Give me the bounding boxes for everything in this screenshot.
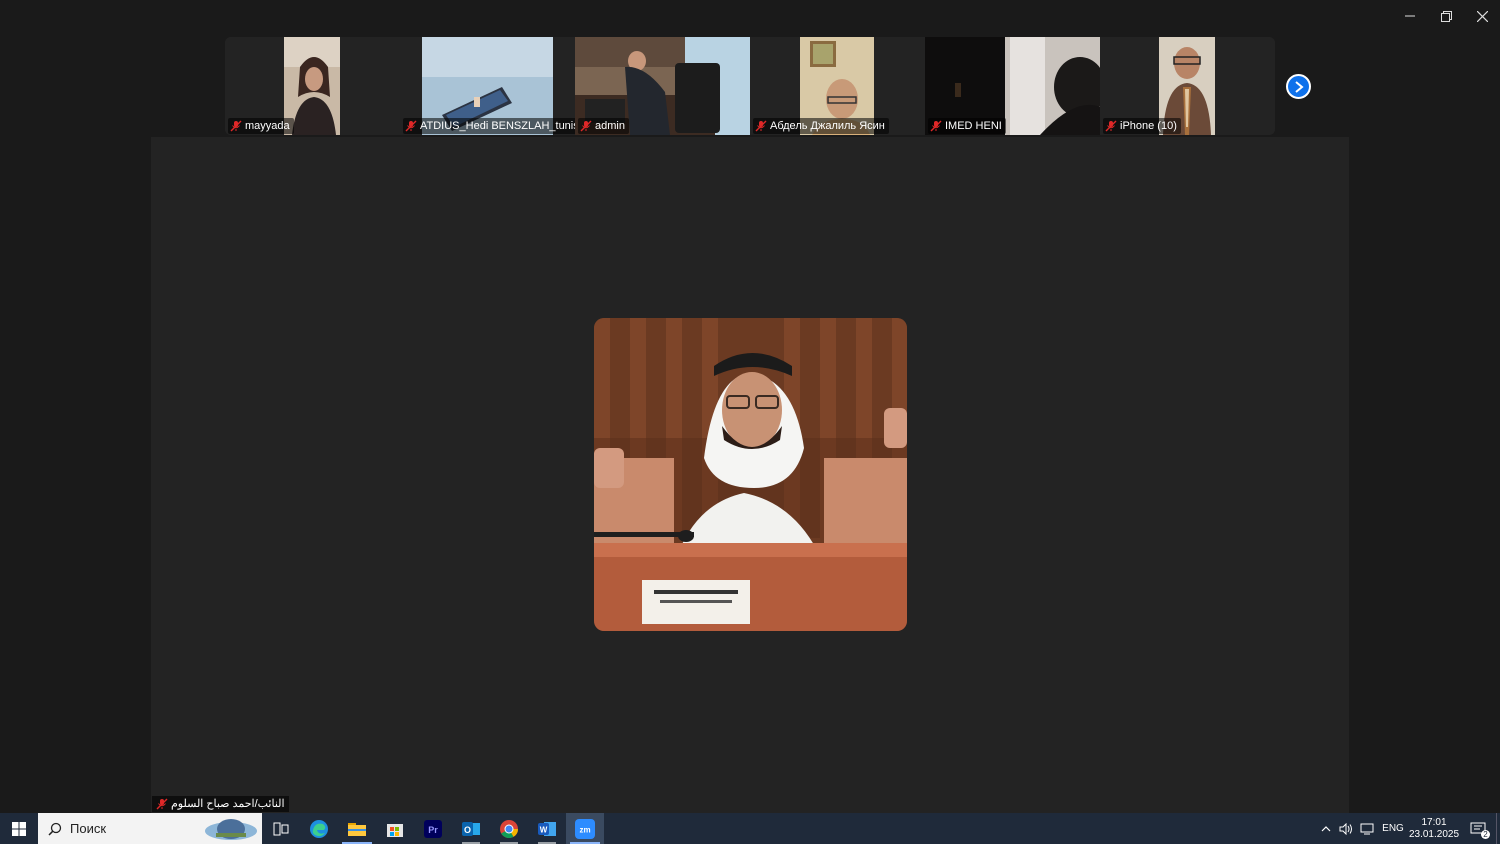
taskbar-chrome[interactable] bbox=[490, 813, 528, 844]
zoom-meeting-window: mayyada ATDIUS_Hedi BENSZLAH_tunis admin… bbox=[0, 0, 1500, 813]
taskbar-word[interactable]: W bbox=[528, 813, 566, 844]
close-button[interactable] bbox=[1464, 0, 1500, 32]
system-tray: ENG 17:01 23.01.2025 2 bbox=[1316, 813, 1500, 844]
active-speaker-view: النائب/احمد صباح السلوم bbox=[151, 137, 1349, 813]
taskbar-file-explorer[interactable] bbox=[338, 813, 376, 844]
mic-muted-icon bbox=[230, 120, 242, 132]
participant-name-label: IMED HENI bbox=[928, 118, 1006, 134]
taskbar-store[interactable] bbox=[376, 813, 414, 844]
svg-text:O: O bbox=[464, 825, 471, 835]
svg-text:Pr: Pr bbox=[428, 825, 438, 835]
participant-tile[interactable]: IMED HENI bbox=[925, 37, 1100, 135]
minimize-button[interactable] bbox=[1392, 0, 1428, 32]
next-page-button[interactable] bbox=[1286, 74, 1311, 99]
close-icon bbox=[1476, 10, 1488, 22]
notifications-button[interactable]: 2 bbox=[1460, 813, 1496, 844]
restore-icon bbox=[1440, 10, 1452, 22]
participant-strip: mayyada ATDIUS_Hedi BENSZLAH_tunis admin… bbox=[225, 37, 1275, 135]
mic-muted-icon bbox=[755, 120, 767, 132]
participant-tile[interactable]: iPhone (10) bbox=[1100, 37, 1275, 135]
chevron-up-icon bbox=[1321, 825, 1331, 831]
show-desktop-button[interactable] bbox=[1496, 813, 1500, 844]
input-language[interactable]: ENG bbox=[1378, 813, 1408, 844]
mic-muted-icon bbox=[156, 798, 168, 810]
volume-button[interactable] bbox=[1336, 813, 1356, 844]
taskbar-edge[interactable] bbox=[300, 813, 338, 844]
participant-name-label: ATDIUS_Hedi BENSZLAH_tunis bbox=[403, 118, 575, 134]
participant-name-label: admin bbox=[578, 118, 629, 134]
participant-tile[interactable]: admin bbox=[575, 37, 750, 135]
outlook-icon: O bbox=[462, 821, 480, 836]
mic-muted-icon bbox=[405, 120, 417, 132]
taskbar-zoom[interactable]: zm bbox=[566, 813, 604, 844]
speaker-profile-photo bbox=[594, 318, 907, 631]
svg-text:W: W bbox=[540, 825, 548, 834]
folder-icon bbox=[348, 822, 366, 836]
chrome-icon bbox=[500, 819, 518, 838]
notification-count-badge: 2 bbox=[1481, 830, 1490, 839]
chevron-right-icon bbox=[1294, 80, 1304, 93]
edge-icon bbox=[310, 819, 328, 838]
mic-muted-icon bbox=[1105, 120, 1117, 132]
zoom-icon: zm bbox=[575, 818, 595, 839]
participant-name-label: Абдель Джалиль Ясин bbox=[753, 118, 889, 134]
clock-date: 23.01.2025 bbox=[1408, 828, 1460, 840]
task-view-button[interactable] bbox=[262, 813, 300, 844]
store-icon bbox=[387, 823, 403, 837]
network-button[interactable] bbox=[1356, 813, 1378, 844]
svg-text:zm: zm bbox=[579, 825, 590, 834]
minimize-icon bbox=[1405, 15, 1415, 17]
speaker-icon bbox=[1339, 822, 1352, 835]
restore-button[interactable] bbox=[1428, 0, 1464, 32]
clock[interactable]: 17:01 23.01.2025 bbox=[1408, 813, 1460, 844]
clock-time: 17:01 bbox=[1421, 816, 1447, 828]
taskbar-search-box[interactable]: Поиск bbox=[38, 813, 262, 844]
task-view-icon bbox=[273, 822, 289, 835]
participant-tile[interactable]: ATDIUS_Hedi BENSZLAH_tunis bbox=[400, 37, 575, 135]
participant-name-label: mayyada bbox=[228, 118, 294, 134]
participant-tile[interactable]: mayyada bbox=[225, 37, 400, 135]
participant-tile[interactable]: Абдель Джалиль Ясин bbox=[750, 37, 925, 135]
search-icon bbox=[48, 822, 62, 836]
mic-muted-icon bbox=[930, 120, 942, 132]
windows-logo-icon bbox=[12, 821, 26, 836]
search-highlight-image bbox=[202, 815, 260, 842]
participant-name-label: iPhone (10) bbox=[1103, 118, 1181, 134]
active-speaker-name-label: النائب/احمد صباح السلوم bbox=[152, 796, 289, 812]
taskbar-outlook[interactable]: O bbox=[452, 813, 490, 844]
premiere-pro-icon: Pr bbox=[424, 819, 442, 838]
start-button[interactable] bbox=[0, 813, 38, 844]
word-icon: W bbox=[538, 821, 556, 836]
taskbar-premiere-pro[interactable]: Pr bbox=[414, 813, 452, 844]
network-icon bbox=[1360, 823, 1374, 834]
show-hidden-icons-button[interactable] bbox=[1316, 813, 1336, 844]
mic-muted-icon bbox=[580, 120, 592, 132]
windows-taskbar: Поиск Pr O W zm ENG 17:01 23.01.2025 2 bbox=[0, 813, 1500, 844]
speaker-picture bbox=[594, 318, 907, 631]
